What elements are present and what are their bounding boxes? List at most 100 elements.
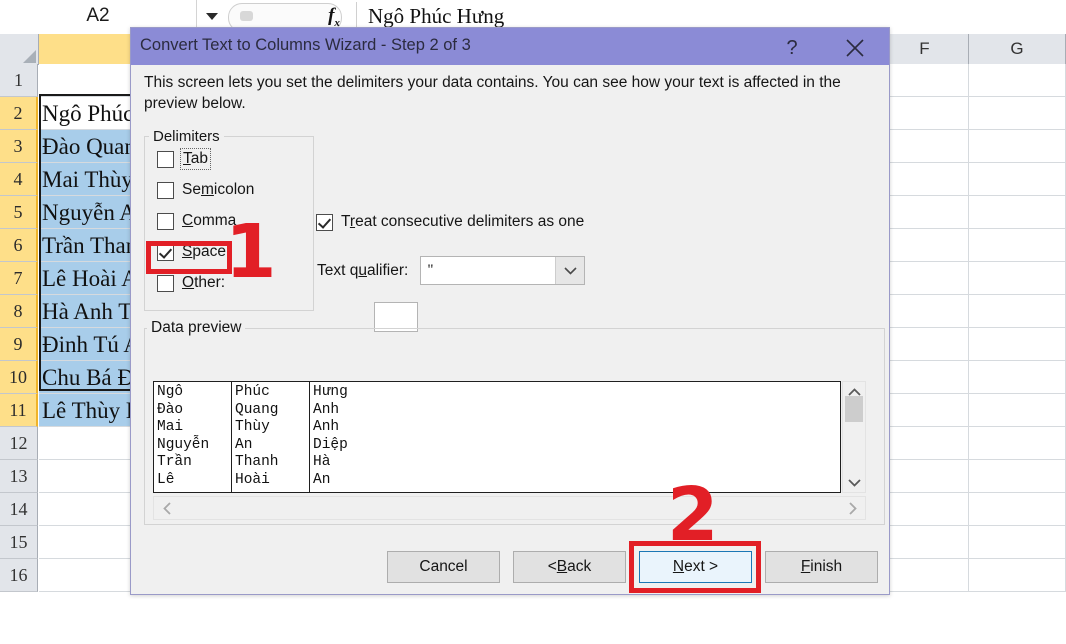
data-preview-label: Data preview (147, 319, 246, 337)
row-header-1[interactable]: 1 (0, 64, 38, 97)
delimiter-row-other[interactable]: Other: (157, 274, 225, 292)
back-button[interactable]: < Back (513, 551, 626, 583)
row-header-15[interactable]: 15 (0, 526, 38, 559)
preview-column-2: Phúc Quang Thùy An Thanh Hoài (232, 382, 310, 492)
checkbox-semicolon[interactable] (157, 181, 174, 199)
preview-cell: An (235, 436, 253, 453)
checkbox-tab[interactable] (157, 150, 174, 168)
row-header-6[interactable]: 6 (0, 229, 38, 262)
cell[interactable] (969, 328, 1066, 361)
checkbox-label-other: Other: (182, 274, 226, 291)
preview-cell: Ngô (157, 384, 184, 400)
annotation-number-1: 1 (225, 209, 277, 295)
cell[interactable] (969, 130, 1066, 163)
delimiter-row-tab[interactable]: Tab (157, 148, 211, 170)
treat-consecutive-row[interactable]: Treat consecutive delimiters as one (316, 213, 584, 231)
scroll-left-icon[interactable] (156, 500, 178, 516)
checkbox-other[interactable] (157, 274, 174, 292)
scrollbar-thumb[interactable] (845, 396, 863, 422)
select-all-corner[interactable] (0, 34, 39, 65)
cell[interactable] (881, 427, 969, 460)
row-header-11[interactable]: 11 (0, 394, 38, 427)
row-header-2[interactable]: 2 (0, 97, 38, 130)
cell[interactable] (969, 559, 1066, 592)
text-qualifier-select[interactable]: " (420, 256, 586, 285)
preview-columns: Ngô Đào Mai Nguyễn Trần Lê Phúc Quang Thùy An Than… (154, 382, 400, 492)
cell[interactable] (881, 328, 969, 361)
preview-horizontal-scrollbar[interactable] (153, 496, 866, 520)
text-qualifier-label: Text qualifier: (317, 261, 409, 279)
cell[interactable] (969, 196, 1066, 229)
preview-cell: Lê (157, 471, 175, 488)
text-qualifier-value: " (427, 262, 434, 278)
row-header-13[interactable]: 13 (0, 460, 38, 493)
scroll-right-icon[interactable] (841, 500, 863, 516)
column-header-g[interactable]: G (969, 34, 1066, 65)
preview-cell: Anh (313, 419, 340, 435)
cell[interactable] (881, 130, 969, 163)
cell[interactable] (969, 493, 1066, 526)
cell[interactable] (881, 493, 969, 526)
close-icon[interactable] (831, 33, 879, 63)
annotation-box-space (146, 241, 232, 274)
dialog-title: Convert Text to Columns Wizard - Step 2 … (140, 36, 471, 54)
delimiter-row-semicolon[interactable]: Semicolon (157, 181, 254, 199)
row-header-4[interactable]: 4 (0, 163, 38, 196)
row-header-16[interactable]: 16 (0, 559, 38, 592)
cell[interactable] (881, 559, 969, 592)
preview-cell: Hoài (235, 471, 270, 488)
row-header-10[interactable]: 10 (0, 361, 38, 394)
preview-cell: Đào (157, 401, 184, 418)
cell[interactable] (969, 526, 1066, 559)
help-icon[interactable]: ? (771, 33, 813, 63)
preview-cell: Thùy (235, 419, 270, 435)
cell[interactable] (969, 163, 1066, 196)
preview-cell: Nguyễn (157, 436, 210, 453)
cell[interactable] (969, 64, 1066, 97)
cell[interactable] (881, 526, 969, 559)
treat-consecutive-label: Treat consecutive delimiters as one (341, 213, 585, 230)
preview-cell: Phúc (235, 384, 270, 400)
preview-cell: Thanh (235, 454, 279, 470)
preview-cell: Mai (157, 419, 184, 435)
cell[interactable] (969, 262, 1066, 295)
scroll-down-icon[interactable] (843, 474, 865, 490)
cell[interactable] (881, 394, 969, 427)
cell[interactable] (881, 262, 969, 295)
cell[interactable] (969, 460, 1066, 493)
cell[interactable] (881, 97, 969, 130)
cancel-button[interactable]: Cancel (387, 551, 500, 583)
cell[interactable] (881, 361, 969, 394)
cell[interactable] (881, 196, 969, 229)
cell[interactable] (969, 394, 1066, 427)
cell[interactable] (881, 460, 969, 493)
row-header-14[interactable]: 14 (0, 493, 38, 526)
cell[interactable] (969, 361, 1066, 394)
cell[interactable] (969, 427, 1066, 460)
chevron-down-icon[interactable] (555, 257, 585, 284)
formula-cancel-icon (240, 11, 253, 21)
row-header-12[interactable]: 12 (0, 427, 38, 460)
cell[interactable] (881, 229, 969, 262)
row-header-9[interactable]: 9 (0, 328, 38, 361)
cell[interactable] (969, 229, 1066, 262)
cell[interactable] (881, 163, 969, 196)
preview-vertical-scrollbar[interactable] (842, 381, 866, 493)
text-qualifier-row: Text qualifier: " (317, 256, 586, 285)
delimiters-group-label: Delimiters (149, 128, 224, 145)
row-header-3[interactable]: 3 (0, 130, 38, 163)
cell[interactable] (881, 64, 969, 97)
row-header-5[interactable]: 5 (0, 196, 38, 229)
preview-cell: Anh (313, 401, 340, 418)
row-header-8[interactable]: 8 (0, 295, 38, 328)
preview-cell: Hà (313, 454, 331, 470)
data-preview-table[interactable]: Ngô Đào Mai Nguyễn Trần Lê Phúc Quang Thùy An Than… (153, 381, 841, 493)
column-header-f[interactable]: F (881, 34, 969, 65)
cell[interactable] (969, 295, 1066, 328)
finish-button[interactable]: Finish (765, 551, 878, 583)
row-header-7[interactable]: 7 (0, 262, 38, 295)
treat-consecutive-checkbox[interactable] (316, 213, 333, 231)
cell[interactable] (881, 295, 969, 328)
checkbox-comma[interactable] (157, 212, 174, 230)
cell[interactable] (969, 97, 1066, 130)
